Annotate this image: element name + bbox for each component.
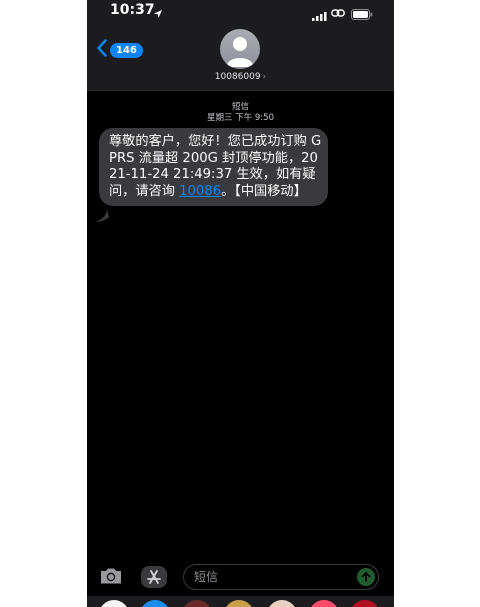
status-bar: 10:37 xyxy=(87,0,394,22)
chevron-left-icon xyxy=(97,39,107,61)
thread-timestamp: 星期三 下午 9:50 xyxy=(207,113,274,123)
app-store-button[interactable] xyxy=(140,565,168,593)
chevron-right-icon: › xyxy=(262,72,267,82)
back-button[interactable]: 146 xyxy=(97,39,143,61)
send-button[interactable] xyxy=(357,568,375,586)
contact-name[interactable]: 10086009 › xyxy=(87,72,394,82)
unread-count-badge: 146 xyxy=(110,42,143,58)
music-app-icon[interactable] xyxy=(309,600,339,607)
app-store-icon[interactable] xyxy=(140,600,170,607)
person-icon xyxy=(226,37,254,67)
app-store-icon xyxy=(141,566,167,588)
contact-avatar[interactable] xyxy=(220,29,260,69)
arrow-up-icon xyxy=(361,572,371,582)
composer-bar xyxy=(87,558,394,594)
conversation-header: 146 10086009 › xyxy=(87,22,394,91)
message-input[interactable] xyxy=(183,564,379,590)
link-icon xyxy=(331,4,345,23)
app-icon-7[interactable] xyxy=(350,600,380,607)
camera-button[interactable] xyxy=(99,567,123,589)
messages-screen: 10:37 146 10086009 › 短信 星期三 下午 9:50 尊敬的客… xyxy=(87,0,394,607)
location-arrow-icon xyxy=(153,4,163,23)
phone-number-link[interactable]: 10086 xyxy=(179,184,221,199)
status-time: 10:37 xyxy=(110,2,155,18)
app-icon-5[interactable] xyxy=(267,600,297,607)
incoming-message-bubble[interactable]: 尊敬的客户，您好！您已成功订购 GPRS 流量超 200G 封顶停功能，2021… xyxy=(99,128,328,206)
app-icon-4[interactable] xyxy=(224,600,254,607)
contact-number: 10086009 xyxy=(214,72,261,82)
camera-icon xyxy=(101,568,121,584)
bubble-tail xyxy=(95,208,109,227)
message-text-tail: 。【中国移动】 xyxy=(221,183,307,199)
app-icon-3[interactable] xyxy=(182,600,212,607)
imessage-app-drawer xyxy=(87,596,394,607)
photos-app-icon[interactable] xyxy=(99,600,129,607)
